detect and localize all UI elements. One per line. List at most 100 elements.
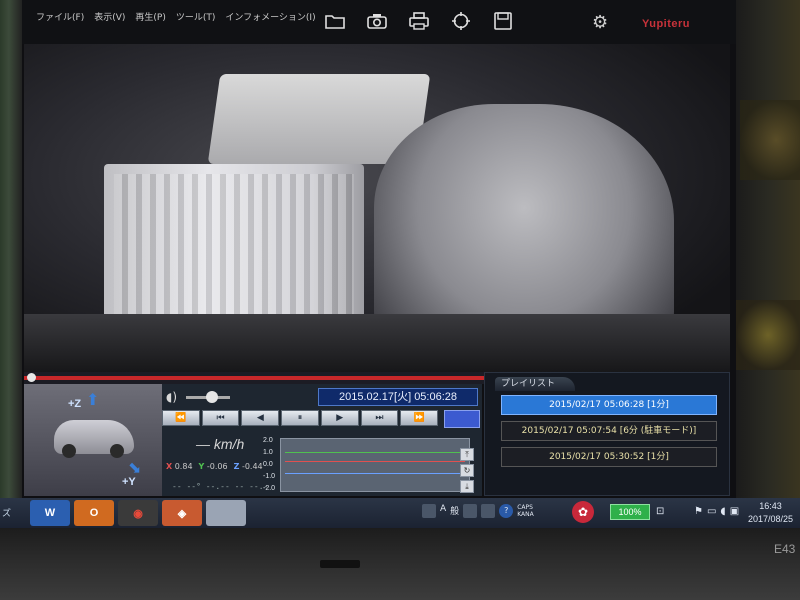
graph-tick-label: 2.0 <box>263 437 273 444</box>
playlist-item[interactable]: 2015/02/17 05:06:28 [1分] <box>501 395 717 415</box>
ime-mode[interactable]: A <box>440 504 446 518</box>
speed-unit: km/h <box>213 436 245 452</box>
z-axis-label: +Z <box>68 398 82 410</box>
car-illustration <box>54 420 134 458</box>
graph-tick-label: 0.0 <box>263 461 273 468</box>
menu-view[interactable]: 表示(V) <box>94 10 125 23</box>
leaf-decoration <box>736 300 800 370</box>
tray-status-icons: ⚑ ▭ ◖ ▣ <box>694 506 739 517</box>
tray-icon[interactable] <box>481 504 496 518</box>
extra-control-button[interactable] <box>444 410 480 428</box>
graph-tick-label: -2.0 <box>263 485 276 492</box>
start-button[interactable]: ズ <box>0 498 22 530</box>
clock-date: 2017/08/25 <box>748 514 794 524</box>
graph-side-buttons: ⤒ ↻ ⤓ <box>460 448 474 493</box>
desk-background-right <box>736 0 800 500</box>
graph-top-button[interactable]: ⤒ <box>460 448 474 461</box>
help-icon[interactable]: ? <box>499 504 514 518</box>
g-sensor-graph: 2.0 1.0 0.0 -1.0 -2.0 <box>263 437 470 492</box>
settings-gear-icon[interactable]: ⚙ <box>592 12 608 33</box>
ime-mode[interactable]: 般 <box>450 504 459 518</box>
app-icon[interactable]: ◈ <box>162 500 202 526</box>
playback-control-panel: ◖) 2015.02.17[火] 05:06:28 ⏪ ⏮ ◀ ⏸ ▶ ⏭ ⏩ … <box>162 384 482 496</box>
volume-knob[interactable] <box>206 391 218 403</box>
video-dashboard <box>24 314 730 372</box>
play-reverse-button[interactable]: ◀ <box>241 410 280 426</box>
recording-datetime: 2015.02.17[火] 05:06:28 <box>318 388 478 406</box>
menu-information[interactable]: インフォメーション(I) <box>225 10 315 23</box>
desk-background-left <box>0 0 22 500</box>
brand-logo: Yupiteru <box>642 18 691 30</box>
transport-controls: ⏪ ⏮ ◀ ⏸ ▶ ⏭ ⏩ <box>162 410 439 426</box>
display-icon[interactable]: ▭ <box>707 506 716 517</box>
word-app-icon[interactable]: W <box>30 500 70 526</box>
playlist-item[interactable]: 2015/02/17 05:07:54 [6分 (駐車モード)] <box>501 421 717 441</box>
graph-bottom-button[interactable]: ⤓ <box>460 480 474 493</box>
office-app-icon[interactable]: O <box>74 500 114 526</box>
system-tray: A 般 ? CAPS KANA <box>422 504 534 518</box>
accel-y-label: Y <box>198 462 205 471</box>
tray-icon[interactable] <box>422 504 436 518</box>
progress-knob[interactable] <box>27 373 36 382</box>
video-blinds <box>114 174 354 314</box>
playlist-panel: プレイリスト 2015/02/17 05:06:28 [1分] 2015/02/… <box>484 372 730 496</box>
flag-icon[interactable]: ⚑ <box>694 506 703 517</box>
graph-tick-label: 1.0 <box>263 449 273 456</box>
laptop-bezel <box>0 528 800 600</box>
acceleration-readout: X 0.84 Y -0.06 Z -0.44 <box>166 462 263 471</box>
rewind-button[interactable]: ⏪ <box>162 410 200 426</box>
menu-file[interactable]: ファイル(F) <box>36 10 84 23</box>
open-folder-icon[interactable] <box>322 8 348 34</box>
tray-icon[interactable] <box>463 504 478 518</box>
gps-status-line: -- --° --.-- -- --.- <box>172 482 269 491</box>
accel-x-label: X <box>166 462 173 471</box>
print-icon[interactable] <box>406 8 432 34</box>
menu-tools[interactable]: ツール(T) <box>176 10 216 23</box>
accel-z-value: -0.44 <box>241 462 263 471</box>
video-frame <box>24 44 730 372</box>
windows-taskbar: ズ W O ◉ ◈ A 般 ? CAPS KANA ✿ 100% ⊡ ⚑ ▭ ◖ … <box>0 498 800 530</box>
kana-label: KANA <box>517 511 534 518</box>
volume-icon[interactable]: ◖) <box>166 390 177 404</box>
arrow-down-right-icon: ⬊ <box>128 458 142 477</box>
zoom-icon[interactable] <box>448 8 474 34</box>
car-wheel <box>62 444 76 458</box>
chrome-app-icon[interactable]: ◉ <box>118 500 158 526</box>
caps-label: CAPS <box>517 504 533 511</box>
graph-line-y <box>285 452 465 453</box>
pause-button[interactable]: ⏸ <box>281 410 319 426</box>
speaker-icon[interactable]: ◖ <box>720 506 725 517</box>
playlist-tab[interactable]: プレイリスト <box>495 377 575 391</box>
message-icon[interactable]: ▣ <box>730 506 739 517</box>
play-button[interactable]: ▶ <box>320 410 359 426</box>
playlist-item[interactable]: 2015/02/17 05:30:52 [1分] <box>501 447 717 467</box>
graph-reset-button[interactable]: ↻ <box>460 464 474 477</box>
laptop-model-label: E43 <box>774 542 796 556</box>
network-icon[interactable]: ⊡ <box>656 506 664 517</box>
accel-y-value: -0.06 <box>206 462 228 471</box>
menu: ファイル(F) 表示(V) 再生(P) ツール(T) インフォメーション(I) <box>36 10 316 23</box>
toolbar <box>322 8 516 34</box>
playback-progress-bar[interactable] <box>24 372 484 384</box>
accel-z-label: Z <box>233 462 240 471</box>
clock-time: 16:43 <box>759 501 782 511</box>
speed-readout: — km/h <box>196 436 244 452</box>
battery-indicator[interactable]: 100% <box>610 504 650 520</box>
app-launcher-icon[interactable]: ✿ <box>572 501 594 523</box>
leaf-decoration <box>740 100 800 180</box>
y-axis-label: +Y <box>122 476 136 488</box>
arrow-up-icon: ⬆ <box>86 390 100 409</box>
menu-playback[interactable]: 再生(P) <box>135 10 165 23</box>
fast-forward-button[interactable]: ⏩ <box>400 410 439 426</box>
graph-line-z <box>285 473 465 474</box>
taskbar-clock[interactable]: 16:43 2017/08/25 <box>748 500 793 526</box>
camera-icon[interactable] <box>364 8 390 34</box>
accel-x-value: 0.84 <box>174 462 193 471</box>
previous-button[interactable]: ⏮ <box>201 410 240 426</box>
dashcam-viewer-window: ファイル(F) 表示(V) 再生(P) ツール(T) インフォメーション(I) <box>22 0 736 500</box>
next-button[interactable]: ⏭ <box>360 410 399 426</box>
dashcam-viewer-taskbar-icon[interactable] <box>206 500 246 526</box>
save-icon[interactable] <box>490 8 516 34</box>
progress-fill <box>24 376 484 380</box>
graph-tick-label: -1.0 <box>263 473 276 480</box>
